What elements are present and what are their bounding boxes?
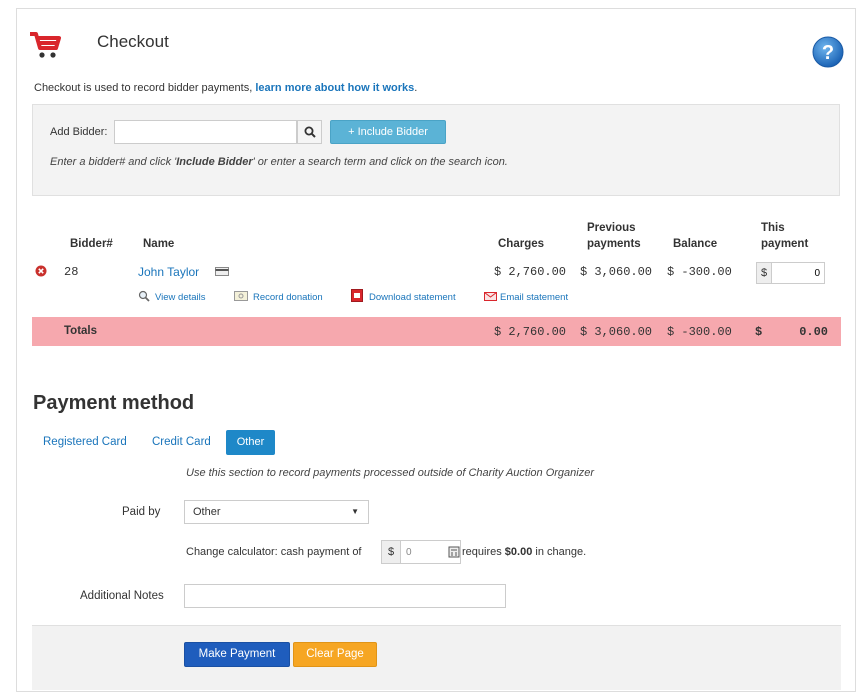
row-name-link[interactable]: John Taylor [138, 265, 199, 279]
add-bidder-label: Add Bidder: [50, 126, 108, 138]
intro-end: . [414, 82, 418, 94]
svg-text:?: ? [822, 42, 834, 64]
email-icon [484, 292, 497, 301]
payment-currency: $ [756, 262, 772, 284]
learn-more-link[interactable]: learn more about how it works [255, 82, 414, 94]
row-previous: $ 3,060.00 [580, 265, 653, 279]
payment-note: Use this section to record payments proc… [186, 467, 595, 479]
hint-pre: Enter a bidder# and click ' [50, 156, 177, 168]
col-previous-2: payments [587, 238, 641, 250]
tab-credit-card[interactable]: Credit Card [152, 436, 211, 448]
totals-charges: $ 2,760.00 [494, 325, 567, 339]
col-balance: Balance [673, 238, 718, 250]
col-charges: Charges [498, 238, 545, 250]
totals-previous: $ 3,060.00 [580, 325, 653, 339]
this-payment-input[interactable] [771, 262, 825, 284]
change-calc-label: Change calculator: cash payment of [186, 546, 362, 558]
totals-balance: $ -300.00 [667, 325, 732, 339]
col-this-2: payment [761, 238, 809, 250]
totals-this-payment: 0.00 [799, 325, 828, 339]
email-statement-link[interactable]: Email statement [500, 292, 568, 303]
intro-prefix: Checkout is used to record bidder paymen… [34, 82, 256, 94]
change-amount: $0.00 [504, 546, 533, 558]
additional-notes-label: Additional Notes [80, 590, 164, 602]
totals-label: Totals [64, 325, 98, 337]
view-details-link[interactable]: View details [155, 292, 206, 303]
intro-text: Checkout is used to record bidder paymen… [34, 82, 417, 94]
include-bidder-button[interactable]: + Include Bidder [330, 120, 446, 144]
card-icon [215, 267, 229, 276]
pdf-icon [351, 289, 363, 302]
download-statement-link[interactable]: Download statement [369, 292, 456, 303]
col-bidder: Bidder# [70, 238, 113, 250]
page-title: Checkout [97, 32, 169, 51]
add-bidder-panel [32, 104, 840, 196]
calc-mid: requires [462, 546, 505, 558]
magnifier-icon [138, 290, 150, 302]
action-footer [32, 625, 841, 690]
donation-icon [234, 291, 248, 301]
col-this-1: This [761, 222, 785, 234]
clear-page-button[interactable]: Clear Page [293, 642, 377, 667]
help-icon[interactable]: ? [812, 36, 844, 68]
row-bidder: 28 [64, 265, 79, 279]
hint-post: ' or enter a search term and click on th… [252, 156, 508, 168]
add-bidder-input[interactable] [114, 120, 297, 144]
make-payment-button[interactable]: Make Payment [184, 642, 290, 667]
col-previous-1: Previous [587, 222, 636, 234]
additional-notes-input[interactable] [184, 584, 506, 608]
search-button[interactable] [297, 120, 322, 144]
paid-by-value: Other [193, 506, 221, 518]
paid-by-label: Paid by [122, 506, 161, 518]
tab-other[interactable]: Other [226, 430, 275, 455]
col-name: Name [143, 238, 175, 250]
shopping-cart-icon [30, 32, 61, 58]
change-result: requires $0.00 in change. [462, 546, 586, 558]
calc-post: in change. [532, 546, 587, 558]
add-bidder-hint: Enter a bidder# and click 'Include Bidde… [50, 156, 508, 168]
record-donation-link[interactable]: Record donation [253, 292, 323, 303]
row-charges: $ 2,760.00 [494, 265, 567, 279]
search-icon [304, 126, 316, 138]
row-balance: $ -300.00 [667, 265, 732, 279]
payment-method-heading: Payment method [33, 392, 195, 414]
remove-bidder-icon[interactable] [35, 265, 47, 277]
hint-bold: Include Bidder [176, 156, 253, 168]
calc-currency: $ [381, 540, 401, 564]
calculator-icon[interactable] [448, 546, 460, 558]
tab-registered-card[interactable]: Registered Card [43, 436, 127, 448]
paid-by-select[interactable]: Other ▼ [184, 500, 369, 524]
totals-this-sign: $ [755, 325, 763, 339]
dropdown-arrow-icon: ▼ [351, 507, 359, 516]
